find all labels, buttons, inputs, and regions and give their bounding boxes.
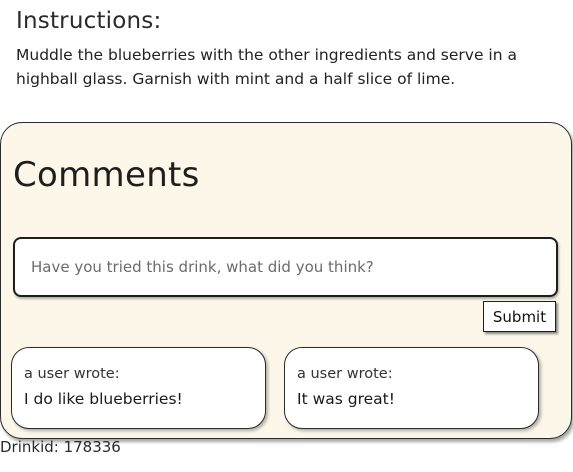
drink-id-label: Drinkid: 178336 xyxy=(0,438,121,456)
comment-input[interactable] xyxy=(13,237,558,297)
drink-detail-page: Instructions: Muddle the blueberries wit… xyxy=(0,0,573,472)
comment-author: a user wrote: xyxy=(297,366,393,382)
comment-body: It was great! xyxy=(297,390,395,408)
comment-card: a user wrote: It was great! xyxy=(284,347,539,429)
submit-button[interactable]: Submit xyxy=(483,301,556,332)
instructions-text: Muddle the blueberries with the other in… xyxy=(16,46,517,88)
comment-author: a user wrote: xyxy=(24,366,120,382)
comment-body: I do like blueberries! xyxy=(24,390,183,408)
comment-card: a user wrote: I do like blueberries! xyxy=(11,347,266,429)
comments-panel: Comments Submit a user wrote: I do like … xyxy=(0,122,572,439)
comments-heading: Comments xyxy=(13,155,200,195)
instructions-heading: Instructions: xyxy=(16,8,162,34)
